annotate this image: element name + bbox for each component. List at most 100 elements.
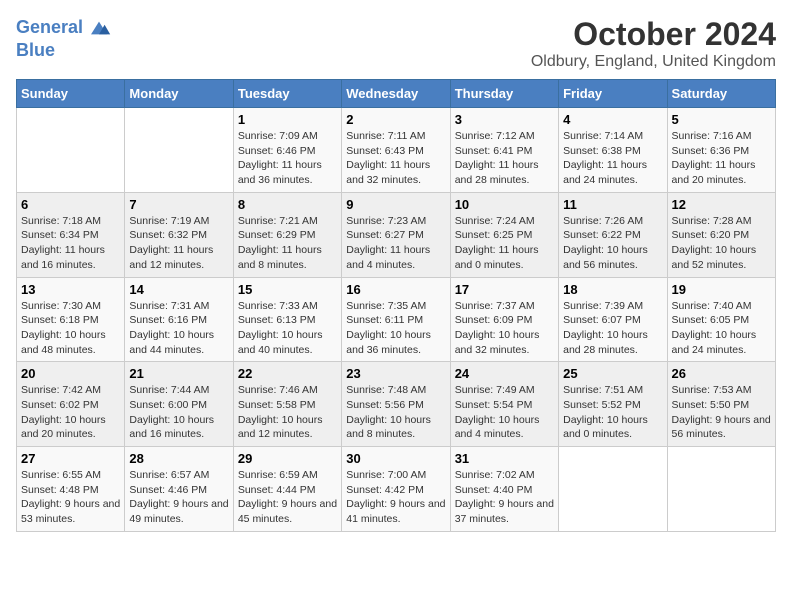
calendar-week-3: 13 Sunrise: 7:30 AMSunset: 6:18 PMDayligh… (17, 277, 776, 362)
weekday-header-sunday: Sunday (17, 80, 125, 108)
day-number: 21 (129, 366, 228, 381)
weekday-header-thursday: Thursday (450, 80, 558, 108)
calendar-cell: 7Sunrise: 7:19 AMSunset: 6:32 PMDaylight… (125, 192, 233, 277)
day-number: 5 (672, 112, 771, 127)
day-info: Sunrise: 7:02 AMSunset: 4:40 PMDaylight:… (455, 468, 554, 527)
day-number: 15 (238, 282, 337, 297)
day-number: 30 (346, 451, 445, 466)
weekday-header-monday: Monday (125, 80, 233, 108)
logo: General Blue (16, 16, 111, 62)
calendar-cell: 21 Sunrise: 7:44 AMSunset: 6:00 PMDayligh… (125, 362, 233, 447)
calendar-cell: 16 Sunrise: 7:35 AMSunset: 6:11 PMDayligh… (342, 277, 450, 362)
day-info: Sunrise: 7:48 AMSunset: 5:56 PMDaylight:… (346, 383, 445, 442)
calendar-cell: 29 Sunrise: 6:59 AMSunset: 4:44 PMDayligh… (233, 447, 341, 532)
day-info: Sunrise: 6:55 AMSunset: 4:48 PMDaylight:… (21, 468, 120, 527)
page-header: General Blue October 2024 Oldbury, Engla… (16, 16, 776, 71)
day-info: Sunrise: 7:23 AMSunset: 6:27 PMDaylight:… (346, 214, 445, 273)
day-info: Sunrise: 7:16 AMSunset: 6:36 PMDaylight:… (672, 129, 771, 188)
day-info: Sunrise: 7:30 AMSunset: 6:18 PMDaylight:… (21, 299, 120, 358)
day-info: Sunrise: 7:40 AMSunset: 6:05 PMDaylight:… (672, 299, 771, 358)
day-info: Sunrise: 7:14 AMSunset: 6:38 PMDaylight:… (563, 129, 662, 188)
day-number: 8 (238, 197, 337, 212)
day-info: Sunrise: 6:57 AMSunset: 4:46 PMDaylight:… (129, 468, 228, 527)
day-info: Sunrise: 7:39 AMSunset: 6:07 PMDaylight:… (563, 299, 662, 358)
logo-blue-text: Blue (16, 40, 111, 62)
calendar-week-5: 27Sunrise: 6:55 AMSunset: 4:48 PMDayligh… (17, 447, 776, 532)
calendar-table: SundayMondayTuesdayWednesdayThursdayFrid… (16, 79, 776, 532)
logo-text: General (16, 17, 83, 39)
day-info: Sunrise: 7:28 AMSunset: 6:20 PMDaylight:… (672, 214, 771, 273)
day-number: 3 (455, 112, 554, 127)
calendar-cell: 5 Sunrise: 7:16 AMSunset: 6:36 PMDaylight… (667, 108, 775, 193)
calendar-cell: 3 Sunrise: 7:12 AMSunset: 6:41 PMDaylight… (450, 108, 558, 193)
title-block: October 2024 Oldbury, England, United Ki… (531, 16, 776, 71)
day-info: Sunrise: 7:53 AMSunset: 5:50 PMDaylight:… (672, 383, 771, 442)
calendar-cell: 1 Sunrise: 7:09 AMSunset: 6:46 PMDaylight… (233, 108, 341, 193)
day-number: 29 (238, 451, 337, 466)
calendar-cell: 11 Sunrise: 7:26 AMSunset: 6:22 PMDayligh… (559, 192, 667, 277)
calendar-cell: 24 Sunrise: 7:49 AMSunset: 5:54 PMDayligh… (450, 362, 558, 447)
day-number: 19 (672, 282, 771, 297)
calendar-cell: 17Sunrise: 7:37 AMSunset: 6:09 PMDayligh… (450, 277, 558, 362)
day-number: 31 (455, 451, 554, 466)
weekday-header-friday: Friday (559, 80, 667, 108)
day-number: 2 (346, 112, 445, 127)
calendar-cell (125, 108, 233, 193)
calendar-cell (667, 447, 775, 532)
day-info: Sunrise: 7:24 AMSunset: 6:25 PMDaylight:… (455, 214, 554, 273)
day-number: 26 (672, 366, 771, 381)
day-info: Sunrise: 7:12 AMSunset: 6:41 PMDaylight:… (455, 129, 554, 188)
calendar-cell: 15 Sunrise: 7:33 AMSunset: 6:13 PMDayligh… (233, 277, 341, 362)
day-number: 13 (21, 282, 120, 297)
day-number: 23 (346, 366, 445, 381)
day-number: 18 (563, 282, 662, 297)
calendar-cell: 26 Sunrise: 7:53 AMSunset: 5:50 PMDayligh… (667, 362, 775, 447)
calendar-cell: 31 Sunrise: 7:02 AMSunset: 4:40 PMDayligh… (450, 447, 558, 532)
day-number: 24 (455, 366, 554, 381)
calendar-cell: 22Sunrise: 7:46 AMSunset: 5:58 PMDayligh… (233, 362, 341, 447)
day-number: 1 (238, 112, 337, 127)
day-info: Sunrise: 7:37 AMSunset: 6:09 PMDaylight:… (455, 299, 554, 358)
calendar-cell (559, 447, 667, 532)
calendar-cell: 28 Sunrise: 6:57 AMSunset: 4:46 PMDayligh… (125, 447, 233, 532)
day-info: Sunrise: 7:21 AMSunset: 6:29 PMDaylight:… (238, 214, 337, 273)
day-info: Sunrise: 7:44 AMSunset: 6:00 PMDaylight:… (129, 383, 228, 442)
day-number: 22 (238, 366, 337, 381)
day-info: Sunrise: 7:51 AMSunset: 5:52 PMDaylight:… (563, 383, 662, 442)
day-info: Sunrise: 7:11 AMSunset: 6:43 PMDaylight:… (346, 129, 445, 188)
weekday-header-tuesday: Tuesday (233, 80, 341, 108)
day-number: 28 (129, 451, 228, 466)
day-number: 4 (563, 112, 662, 127)
calendar-cell: 6Sunrise: 7:18 AMSunset: 6:34 PMDaylight… (17, 192, 125, 277)
calendar-cell: 30 Sunrise: 7:00 AMSunset: 4:42 PMDayligh… (342, 447, 450, 532)
calendar-cell: 9Sunrise: 7:23 AMSunset: 6:27 PMDaylight… (342, 192, 450, 277)
day-number: 12 (672, 197, 771, 212)
calendar-cell: 19 Sunrise: 7:40 AMSunset: 6:05 PMDayligh… (667, 277, 775, 362)
day-info: Sunrise: 7:09 AMSunset: 6:46 PMDaylight:… (238, 129, 337, 188)
calendar-cell: 8 Sunrise: 7:21 AMSunset: 6:29 PMDaylight… (233, 192, 341, 277)
calendar-cell: 10Sunrise: 7:24 AMSunset: 6:25 PMDayligh… (450, 192, 558, 277)
day-number: 7 (129, 197, 228, 212)
location: Oldbury, England, United Kingdom (531, 53, 776, 71)
day-info: Sunrise: 7:49 AMSunset: 5:54 PMDaylight:… (455, 383, 554, 442)
calendar-cell: 13 Sunrise: 7:30 AMSunset: 6:18 PMDayligh… (17, 277, 125, 362)
day-info: Sunrise: 7:26 AMSunset: 6:22 PMDaylight:… (563, 214, 662, 273)
day-info: Sunrise: 7:35 AMSunset: 6:11 PMDaylight:… (346, 299, 445, 358)
calendar-cell: 27Sunrise: 6:55 AMSunset: 4:48 PMDayligh… (17, 447, 125, 532)
day-number: 11 (563, 197, 662, 212)
calendar-cell: 2 Sunrise: 7:11 AMSunset: 6:43 PMDaylight… (342, 108, 450, 193)
weekday-header-saturday: Saturday (667, 80, 775, 108)
calendar-cell (17, 108, 125, 193)
logo-icon (87, 16, 111, 40)
day-number: 16 (346, 282, 445, 297)
day-info: Sunrise: 7:00 AMSunset: 4:42 PMDaylight:… (346, 468, 445, 527)
calendar-cell: 20Sunrise: 7:42 AMSunset: 6:02 PMDayligh… (17, 362, 125, 447)
calendar-week-2: 6Sunrise: 7:18 AMSunset: 6:34 PMDaylight… (17, 192, 776, 277)
calendar-cell: 23 Sunrise: 7:48 AMSunset: 5:56 PMDayligh… (342, 362, 450, 447)
calendar-cell: 4 Sunrise: 7:14 AMSunset: 6:38 PMDaylight… (559, 108, 667, 193)
day-info: Sunrise: 7:33 AMSunset: 6:13 PMDaylight:… (238, 299, 337, 358)
calendar-header: SundayMondayTuesdayWednesdayThursdayFrid… (17, 80, 776, 108)
day-info: Sunrise: 7:18 AMSunset: 6:34 PMDaylight:… (21, 214, 120, 273)
calendar-cell: 12 Sunrise: 7:28 AMSunset: 6:20 PMDayligh… (667, 192, 775, 277)
day-info: Sunrise: 6:59 AMSunset: 4:44 PMDaylight:… (238, 468, 337, 527)
